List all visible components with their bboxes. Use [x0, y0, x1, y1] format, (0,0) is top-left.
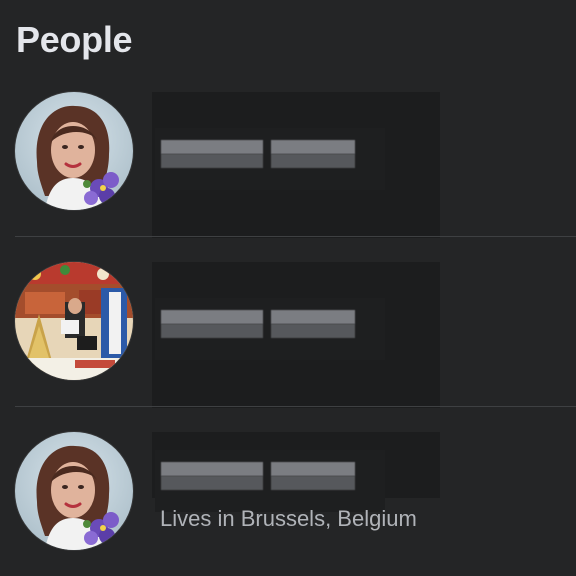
name-redacted[interactable] [155, 450, 385, 512]
person-result-1[interactable] [0, 80, 576, 240]
person-location: Lives in Brussels, Belgium [160, 506, 417, 531]
avatar[interactable] [15, 262, 133, 380]
name-redacted[interactable] [155, 298, 385, 360]
divider [15, 406, 576, 407]
profile-photo-woman-flowers-icon [15, 92, 133, 210]
avatar[interactable] [15, 432, 133, 550]
person-result-2[interactable] [0, 250, 576, 410]
person-result-3[interactable]: Lives in Brussels, Belgium [0, 420, 576, 576]
people-section-title: People [16, 19, 133, 60]
avatar[interactable] [15, 92, 133, 210]
profile-photo-christmas-collage-icon [15, 262, 133, 380]
name-redacted[interactable] [155, 128, 385, 190]
profile-photo-woman-flowers-icon [15, 432, 133, 550]
divider [15, 236, 576, 237]
